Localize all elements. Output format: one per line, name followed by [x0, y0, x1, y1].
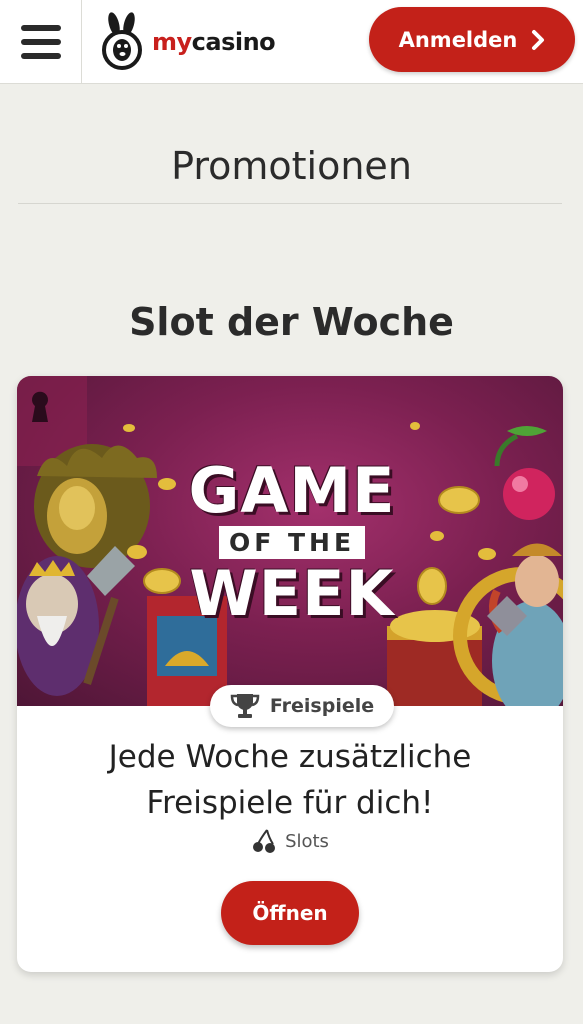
menu-icon-bar	[20, 53, 61, 59]
logo-casino: casino	[191, 28, 276, 56]
cherries-icon	[253, 829, 276, 853]
rabbit-logo-icon	[102, 12, 142, 70]
promo-headline: Jede Woche zusätzliche Freispiele für di…	[17, 734, 563, 826]
promo-headline-line2: Freispiele für dich!	[146, 785, 434, 821]
logo-my: my	[152, 28, 192, 56]
page-title: Promotionen	[171, 144, 412, 188]
banner-line-game: GAME	[188, 454, 396, 527]
menu-icon-bar	[20, 39, 61, 45]
top-header: mycasino Anmelden	[0, 0, 583, 84]
logo-wordmark: mycasino	[152, 28, 276, 56]
trophy-icon	[230, 694, 260, 718]
promo-card[interactable]: GAME OF THE WEEK Freispiele Jede Woche z…	[17, 376, 563, 972]
title-divider	[18, 203, 562, 204]
section-title: Slot der Woche	[129, 300, 454, 344]
promo-headline-line1: Jede Woche zusätzliche	[108, 739, 472, 775]
banner-headline: GAME OF THE WEEK	[177, 460, 407, 625]
promo-category: Slots	[17, 828, 563, 854]
hamburger-menu-button[interactable]	[0, 0, 82, 84]
banner-line-week: WEEK	[189, 557, 395, 630]
freispiele-badge: Freispiele	[210, 685, 394, 727]
login-label: Anmelden	[398, 27, 518, 52]
mycasino-logo[interactable]: mycasino	[100, 10, 276, 74]
login-button[interactable]: Anmelden	[369, 7, 575, 72]
menu-icon-bar	[20, 25, 61, 31]
chevron-right-icon	[531, 29, 545, 51]
banner-line-of-the: OF THE	[218, 526, 366, 559]
open-promo-button[interactable]: Öffnen	[221, 881, 359, 945]
category-label: Slots	[285, 830, 329, 852]
game-of-the-week-banner[interactable]: GAME OF THE WEEK	[17, 376, 563, 706]
badge-label: Freispiele	[269, 695, 375, 717]
